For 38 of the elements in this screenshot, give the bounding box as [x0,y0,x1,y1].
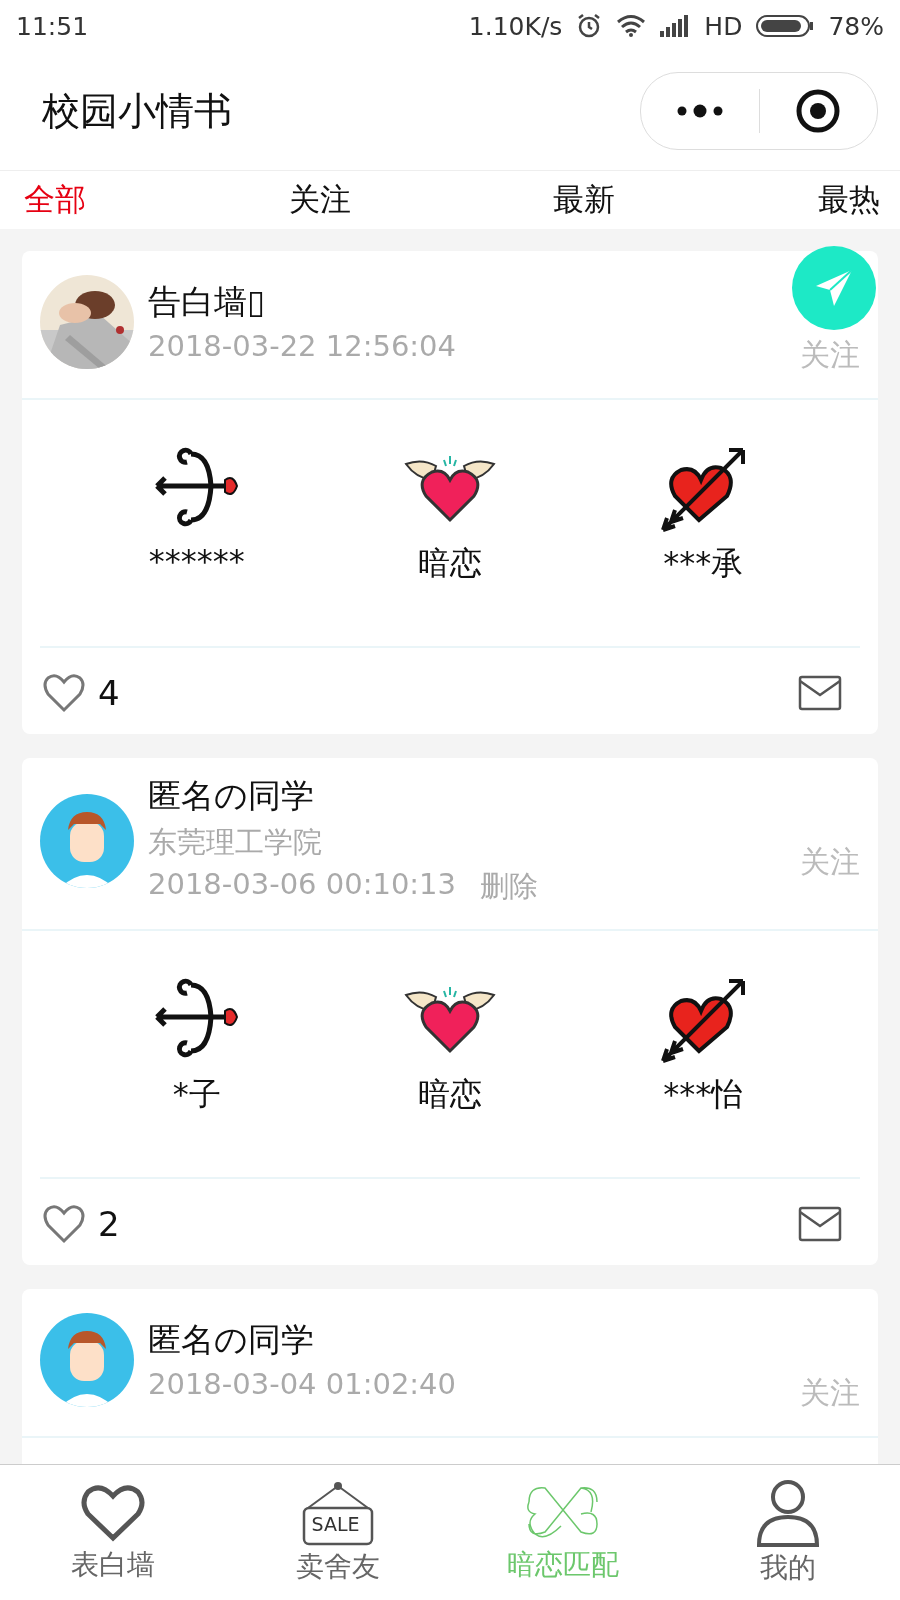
person-icon [754,1478,821,1547]
post-time: 2018-03-06 00:10:13 [148,867,456,903]
post-time: 2018-03-04 01:02:40 [148,1367,456,1401]
battery-level: 78% [828,11,884,41]
tab[interactable]: 关注 [288,179,351,221]
receiver-name: ***怡 [663,1074,744,1115]
wifi-icon [616,14,647,38]
mail-icon[interactable] [798,1206,842,1242]
clock: 11:51 [16,11,89,41]
relation-label: 暗恋 [418,1074,482,1115]
target-icon [795,88,842,134]
battery-icon [756,14,815,38]
sign-text: SALE [311,1512,360,1535]
receiver-name: ***承 [663,543,744,584]
sign-icon [301,1479,374,1546]
nav-tab[interactable]: 表白墙 [0,1465,225,1600]
like-count: 4 [98,673,121,713]
like-icon[interactable] [42,1203,86,1245]
network-speed: 1.10K/s [468,11,563,41]
app-title: 校园小情书 [42,87,233,135]
sender-name: ****** [148,542,245,580]
tab[interactable]: 全部 [24,179,86,221]
signal-icon [660,15,691,37]
tab[interactable]: 最热 [817,179,880,221]
mail-icon[interactable] [798,675,842,711]
like-icon[interactable] [42,672,86,714]
post-time: 2018-03-22 12:56:04 [148,329,456,363]
tab[interactable]: 最新 [553,179,616,221]
sender-name: *子 [172,1074,221,1115]
nav-tab[interactable]: 我的 [675,1465,900,1600]
school-name: 东莞理工学院 [148,824,323,861]
author-name: 匿名の同学 [148,775,315,817]
network-type: HD [704,11,743,41]
nav-tab[interactable]: SALE 卖舍友 [225,1465,450,1600]
author-name: 告白墙▯ [148,281,267,323]
author-name: 匿名の同学 [148,1319,315,1361]
relation-label: 暗恋 [418,543,482,584]
like-count: 2 [98,1204,121,1244]
